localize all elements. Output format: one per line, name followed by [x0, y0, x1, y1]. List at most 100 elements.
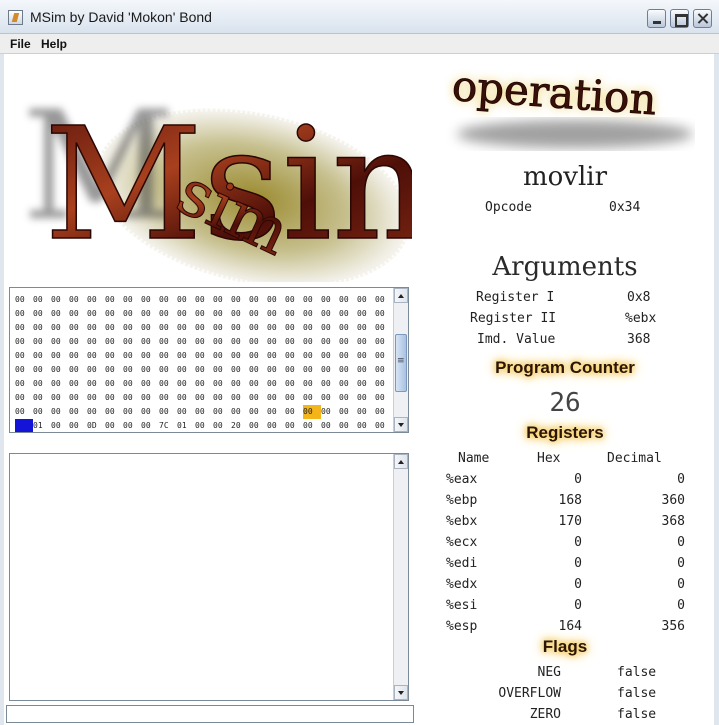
menu-help[interactable]: Help	[41, 37, 67, 51]
memory-byte[interactable]: 00	[285, 349, 303, 363]
memory-byte[interactable]: 00	[69, 335, 87, 349]
memory-byte[interactable]: 00	[159, 405, 177, 419]
memory-byte[interactable]: 00	[195, 293, 213, 307]
output-console[interactable]	[9, 453, 409, 701]
memory-byte[interactable]: 00	[285, 293, 303, 307]
memory-byte[interactable]: 00	[357, 307, 375, 321]
command-input[interactable]	[6, 705, 414, 723]
memory-byte[interactable]: 00	[267, 377, 285, 391]
memory-byte[interactable]: 00	[87, 377, 105, 391]
memory-byte[interactable]: 00	[213, 363, 231, 377]
memory-byte[interactable]: 00	[15, 349, 33, 363]
memory-byte[interactable]: 00	[321, 363, 339, 377]
memory-byte[interactable]: 00	[87, 321, 105, 335]
memory-byte[interactable]: 00	[375, 321, 393, 335]
memory-byte[interactable]: 00	[213, 377, 231, 391]
output-scrollbar[interactable]	[393, 454, 408, 700]
memory-byte[interactable]: 00	[267, 363, 285, 377]
memory-byte[interactable]: 00	[231, 391, 249, 405]
memory-byte[interactable]: 00	[285, 363, 303, 377]
memory-byte[interactable]: 00	[177, 391, 195, 405]
memory-byte[interactable]: 00	[51, 321, 69, 335]
scroll-up-arrow-icon[interactable]	[394, 288, 408, 303]
scroll-down-arrow-icon[interactable]	[394, 685, 408, 700]
memory-byte[interactable]: 00	[159, 363, 177, 377]
memory-byte[interactable]: 00	[177, 363, 195, 377]
memory-byte[interactable]: 00	[321, 321, 339, 335]
memory-byte[interactable]: 00	[177, 405, 195, 419]
memory-byte[interactable]: 00	[267, 307, 285, 321]
memory-byte[interactable]: 00	[87, 307, 105, 321]
memory-byte[interactable]: 00	[141, 419, 159, 432]
memory-byte[interactable]: 00	[339, 293, 357, 307]
memory-byte[interactable]: 00	[51, 363, 69, 377]
memory-byte[interactable]: 00	[87, 363, 105, 377]
memory-byte[interactable]: 00	[15, 405, 33, 419]
memory-byte[interactable]: 00	[69, 321, 87, 335]
memory-byte[interactable]: 00	[141, 307, 159, 321]
memory-byte[interactable]: 00	[249, 335, 267, 349]
memory-byte[interactable]: 00	[213, 391, 231, 405]
memory-byte[interactable]: 00	[105, 321, 123, 335]
memory-byte[interactable]: 00	[51, 349, 69, 363]
memory-byte[interactable]: 00	[15, 377, 33, 391]
memory-byte[interactable]: 00	[123, 293, 141, 307]
memory-byte-highlighted[interactable]: 00	[303, 405, 321, 419]
memory-byte[interactable]: 00	[177, 307, 195, 321]
memory-byte[interactable]: 00	[231, 363, 249, 377]
memory-byte[interactable]: 00	[267, 419, 285, 432]
memory-byte[interactable]: 00	[249, 419, 267, 432]
memory-byte[interactable]: 00	[51, 405, 69, 419]
memory-byte[interactable]: 00	[231, 293, 249, 307]
memory-byte[interactable]: 00	[231, 321, 249, 335]
memory-byte[interactable]: 00	[159, 293, 177, 307]
memory-byte[interactable]: 00	[303, 363, 321, 377]
memory-byte[interactable]: 00	[375, 293, 393, 307]
memory-byte[interactable]: 00	[177, 293, 195, 307]
memory-byte[interactable]: 00	[195, 335, 213, 349]
memory-byte[interactable]: 00	[141, 321, 159, 335]
memory-byte[interactable]: 00	[141, 363, 159, 377]
memory-byte[interactable]: 00	[357, 391, 375, 405]
memory-byte[interactable]: 00	[69, 419, 87, 432]
memory-byte[interactable]: 00	[123, 335, 141, 349]
memory-byte[interactable]: 00	[195, 363, 213, 377]
memory-byte[interactable]: 00	[231, 377, 249, 391]
memory-byte[interactable]: 00	[87, 405, 105, 419]
memory-byte[interactable]: 00	[141, 349, 159, 363]
memory-byte[interactable]: 00	[51, 419, 69, 432]
memory-byte[interactable]: 00	[123, 307, 141, 321]
memory-byte[interactable]: 00	[375, 419, 393, 432]
memory-byte[interactable]: 00	[33, 363, 51, 377]
memory-byte[interactable]: 00	[177, 335, 195, 349]
memory-byte[interactable]: 00	[51, 335, 69, 349]
memory-byte[interactable]: 00	[285, 321, 303, 335]
memory-byte[interactable]: 00	[69, 363, 87, 377]
memory-byte[interactable]: 00	[285, 391, 303, 405]
memory-byte[interactable]: 00	[159, 335, 177, 349]
memory-byte[interactable]: 00	[123, 391, 141, 405]
memory-byte[interactable]: 00	[213, 307, 231, 321]
memory-byte[interactable]: 00	[249, 321, 267, 335]
memory-byte[interactable]: 00	[33, 335, 51, 349]
memory-byte[interactable]: 00	[321, 307, 339, 321]
memory-byte[interactable]: 00	[357, 335, 375, 349]
memory-byte[interactable]: 00	[249, 405, 267, 419]
memory-byte[interactable]: 00	[51, 391, 69, 405]
memory-byte[interactable]: 00	[303, 349, 321, 363]
memory-byte[interactable]: 00	[105, 363, 123, 377]
memory-byte[interactable]: 00	[141, 293, 159, 307]
memory-byte[interactable]: 00	[123, 321, 141, 335]
memory-byte[interactable]: 00	[87, 391, 105, 405]
memory-byte[interactable]: 00	[213, 321, 231, 335]
memory-byte[interactable]: 00	[51, 307, 69, 321]
memory-byte[interactable]: 00	[33, 349, 51, 363]
memory-byte[interactable]: 00	[249, 293, 267, 307]
memory-byte[interactable]: 00	[321, 377, 339, 391]
memory-byte[interactable]: 00	[339, 335, 357, 349]
memory-byte[interactable]: 00	[15, 307, 33, 321]
memory-byte[interactable]: 00	[195, 349, 213, 363]
memory-byte[interactable]: 00	[159, 391, 177, 405]
maximize-button[interactable]	[670, 9, 689, 28]
memory-byte[interactable]: 00	[357, 377, 375, 391]
